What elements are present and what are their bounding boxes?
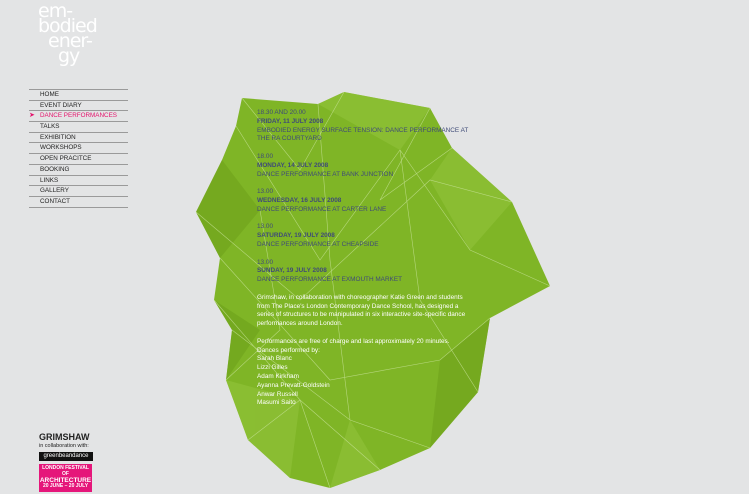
performance-entry[interactable]: 18.00 MONDAY, 14 JULY 2008 DANCE PERFORM… xyxy=(257,153,477,179)
performance-date: FRIDAY, 11 JULY 2008 xyxy=(257,117,324,125)
london-festival-logo[interactable]: LONDON FESTIVAL OF ARCHITECTURE 20 JUNE … xyxy=(39,464,92,492)
performance-date: SUNDAY, 19 JULY 2008 xyxy=(257,267,327,275)
dancer-name: Adam Kirkham xyxy=(257,372,299,380)
performance-time: 18.00 xyxy=(257,152,273,160)
performance-entry[interactable]: 13.00 SUNDAY, 19 JULY 2008 DANCE PERFORM… xyxy=(257,259,477,285)
greenbeandance-logo[interactable]: greenbeandance xyxy=(39,452,93,461)
performance-time: 13.00 xyxy=(257,223,273,231)
performance-date: MONDAY, 14 JULY 2008 xyxy=(257,161,329,169)
dancer-name: Lizzi Gilles xyxy=(257,364,288,372)
performance-entry[interactable]: 13.00 SATURDAY, 19 JULY 2008 DANCE PERFO… xyxy=(257,223,477,249)
dancer-name: Ayanna Prevatt-Goldstein xyxy=(257,381,330,389)
performance-date: SATURDAY, 19 JULY 2008 xyxy=(257,232,335,240)
performance-date: WEDNESDAY, 16 JULY 2008 xyxy=(257,196,342,204)
performance-time: 18.30 AND 20.00 xyxy=(257,109,306,116)
performance-entry[interactable]: 18.30 AND 20.00 FRIDAY, 11 JULY 2008 EMB… xyxy=(257,109,477,144)
performance-title: DANCE PERFORMANCE AT EXMOUTH MARKET xyxy=(257,276,402,284)
description: Grimshaw, in collaboration with choreogr… xyxy=(257,294,477,408)
performance-time: 13.00 xyxy=(257,188,273,196)
dancer-name: Anwar Russell xyxy=(257,390,298,398)
festival-line-1: LONDON FESTIVAL OF xyxy=(42,465,89,477)
dancer-name: Masumi Saito xyxy=(257,399,296,407)
performance-title: DANCE PERFORMANCE AT BANK JUNCTION xyxy=(257,170,394,178)
performances-content: 18.30 AND 20.00 FRIDAY, 11 JULY 2008 EMB… xyxy=(257,109,477,408)
dancer-list: Sarah Blanc Lizzi Gilles Adam Kirkham Ay… xyxy=(257,355,477,408)
collaboration-label: in collaboration with: xyxy=(39,443,89,449)
dancer-name: Sarah Blanc xyxy=(257,355,292,363)
performance-title: EMBODIED ENERGY SURFACE TENSION: DANCE P… xyxy=(257,126,469,143)
dancers-intro: Dances performed by: xyxy=(257,346,320,354)
credits: GRIMSHAW in collaboration with: greenbea… xyxy=(39,432,99,492)
grimshaw-logo[interactable]: GRIMSHAW xyxy=(39,432,99,442)
performance-title: DANCE PERFORMANCE AT CHEAPSIDE xyxy=(257,240,379,248)
festival-dates: 20 JUNE – 20 JULY xyxy=(42,483,89,489)
performance-time: 13.00 xyxy=(257,258,273,266)
description-paragraph: Performances are free of charge and last… xyxy=(257,337,450,345)
description-paragraph: Grimshaw, in collaboration with choreogr… xyxy=(257,293,466,328)
performance-title: DANCE PERFORMANCE AT CARTER LANE xyxy=(257,205,387,213)
performance-entry[interactable]: 13.00 WEDNESDAY, 16 JULY 2008 DANCE PERF… xyxy=(257,188,477,214)
